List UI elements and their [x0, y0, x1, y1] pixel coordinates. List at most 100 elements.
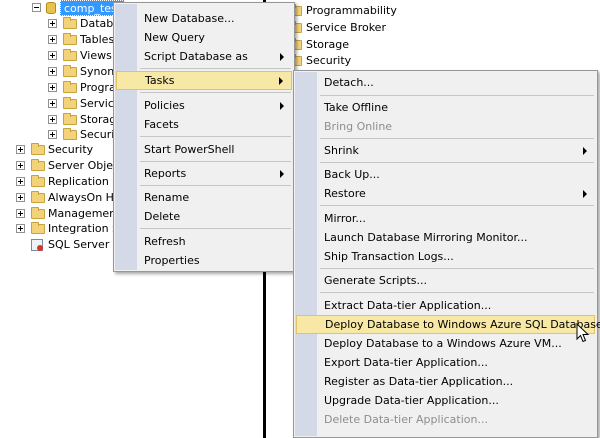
menu-item-start-powershell[interactable]: Start PowerShell [116, 140, 292, 159]
submenu-arrow-icon [583, 190, 587, 198]
menu-item-new-query[interactable]: New Query [116, 28, 292, 47]
folder-icon [63, 97, 77, 109]
menu-item-label: Bring Online [324, 120, 393, 133]
submenu-arrow-icon [280, 53, 284, 61]
expand-icon[interactable] [16, 177, 25, 186]
menu-item-label: Upgrade Data-tier Application... [324, 394, 499, 407]
tree-node-label: Storage [306, 38, 350, 51]
menu-item-label: Deploy Database to a Windows Azure VM... [324, 337, 562, 350]
tree-node-label: Security [48, 143, 94, 156]
menu-item-label: Tasks [145, 74, 175, 87]
menu-item-rename[interactable]: Rename [116, 188, 292, 207]
tree-node-label: Views [80, 49, 112, 62]
expand-icon[interactable] [48, 99, 57, 108]
submenu-arrow-icon [279, 77, 283, 85]
tree-node-label: Service Broker [306, 21, 386, 34]
mouse-cursor-icon [576, 323, 590, 343]
menu-item-detach[interactable]: Detach... [296, 73, 595, 92]
menu-separator [320, 268, 594, 269]
expand-icon[interactable] [16, 193, 25, 202]
tree-node-label: Tables [80, 33, 115, 46]
menu-separator [140, 185, 291, 186]
folder-icon [63, 128, 77, 140]
menu-item-label: Refresh [144, 235, 186, 248]
folder-icon [31, 207, 45, 219]
menu-item-label: Shrink [324, 144, 359, 157]
menu-separator [320, 138, 594, 139]
expand-icon[interactable] [48, 83, 57, 92]
folder-icon [31, 143, 45, 155]
menu-item-launch-mirroring-monitor[interactable]: Launch Database Mirroring Monitor... [296, 228, 595, 247]
expand-icon[interactable] [48, 115, 57, 124]
menu-item-delete-data-tier: Delete Data-tier Application... [296, 410, 595, 429]
expand-icon[interactable] [16, 145, 25, 154]
menu-item-label: Facets [144, 118, 179, 131]
menu-item-refresh[interactable]: Refresh [116, 232, 292, 251]
expand-icon[interactable] [48, 19, 57, 28]
menu-item-label: Start PowerShell [144, 143, 235, 156]
menu-item-restore[interactable]: Restore [296, 184, 595, 203]
menu-separator [140, 228, 291, 229]
menu-item-facets[interactable]: Facets [116, 115, 292, 134]
menu-item-extract-data-tier[interactable]: Extract Data-tier Application... [296, 296, 595, 315]
expand-icon[interactable] [48, 35, 57, 44]
menu-separator [320, 292, 594, 293]
menu-separator [140, 92, 291, 93]
menu-item-label: Launch Database Mirroring Monitor... [324, 231, 528, 244]
expand-icon[interactable] [48, 51, 57, 60]
menu-item-label: Register as Data-tier Application... [324, 375, 514, 388]
menu-item-label: Delete Data-tier Application... [324, 413, 488, 426]
folder-icon [31, 191, 45, 203]
menu-item-generate-scripts[interactable]: Generate Scripts... [296, 271, 595, 290]
menu-separator [320, 162, 594, 163]
menu-item-delete[interactable]: Delete [116, 207, 292, 226]
expand-icon[interactable] [48, 130, 57, 139]
menu-item-bring-online: Bring Online [296, 117, 595, 136]
menu-item-label: Back Up... [324, 168, 380, 181]
menu-item-script-database-as[interactable]: Script Database as [116, 47, 292, 66]
submenu-arrow-icon [280, 102, 284, 110]
menu-separator [140, 68, 291, 69]
menu-item-label: Restore [324, 187, 366, 200]
menu-separator [140, 136, 291, 137]
menu-item-label: New Database... [144, 12, 235, 25]
menu-item-take-offline[interactable]: Take Offline [296, 98, 595, 117]
sql-agent-icon [31, 239, 43, 251]
menu-separator [140, 161, 291, 162]
menu-item-policies[interactable]: Policies [116, 96, 292, 115]
submenu-arrow-icon [280, 170, 284, 178]
menu-item-deploy-azure-vm[interactable]: Deploy Database to a Windows Azure VM... [296, 334, 595, 353]
folder-icon [63, 33, 77, 45]
folder-icon [63, 49, 77, 61]
menu-item-export-data-tier[interactable]: Export Data-tier Application... [296, 353, 595, 372]
menu-item-ship-transaction-logs[interactable]: Ship Transaction Logs... [296, 247, 595, 266]
folder-icon [63, 81, 77, 93]
menu-item-label: Reports [144, 167, 187, 180]
menu-separator [320, 205, 594, 206]
expand-icon[interactable] [16, 209, 25, 218]
menu-item-reports[interactable]: Reports [116, 164, 292, 183]
menu-item-label: Take Offline [324, 101, 388, 114]
expand-icon[interactable] [16, 161, 25, 170]
folder-icon [63, 65, 77, 77]
tree-node-label: Replication [48, 175, 109, 188]
collapse-icon[interactable] [32, 3, 41, 12]
menu-item-back-up[interactable]: Back Up... [296, 165, 595, 184]
menu-item-register-data-tier[interactable]: Register as Data-tier Application... [296, 372, 595, 391]
expand-icon[interactable] [48, 67, 57, 76]
menu-item-upgrade-data-tier[interactable]: Upgrade Data-tier Application... [296, 391, 595, 410]
menu-item-label: Export Data-tier Application... [324, 356, 488, 369]
database-context-menu: New Database... New Query Script Databas… [113, 2, 295, 272]
tree-node-label: Progra [80, 81, 116, 94]
expand-icon[interactable] [16, 224, 25, 233]
menu-item-label: Properties [144, 254, 200, 267]
menu-item-mirror[interactable]: Mirror... [296, 209, 595, 228]
menu-item-shrink[interactable]: Shrink [296, 141, 595, 160]
menu-item-deploy-azure-sql-database[interactable]: Deploy Database to Windows Azure SQL Dat… [296, 315, 600, 334]
menu-item-tasks[interactable]: Tasks [116, 71, 292, 90]
submenu-arrow-icon [583, 147, 587, 155]
menu-item-label: Extract Data-tier Application... [324, 299, 492, 312]
menu-item-new-database[interactable]: New Database... [116, 9, 292, 28]
menu-item-properties[interactable]: Properties [116, 251, 292, 270]
menu-item-label: Rename [144, 191, 190, 204]
